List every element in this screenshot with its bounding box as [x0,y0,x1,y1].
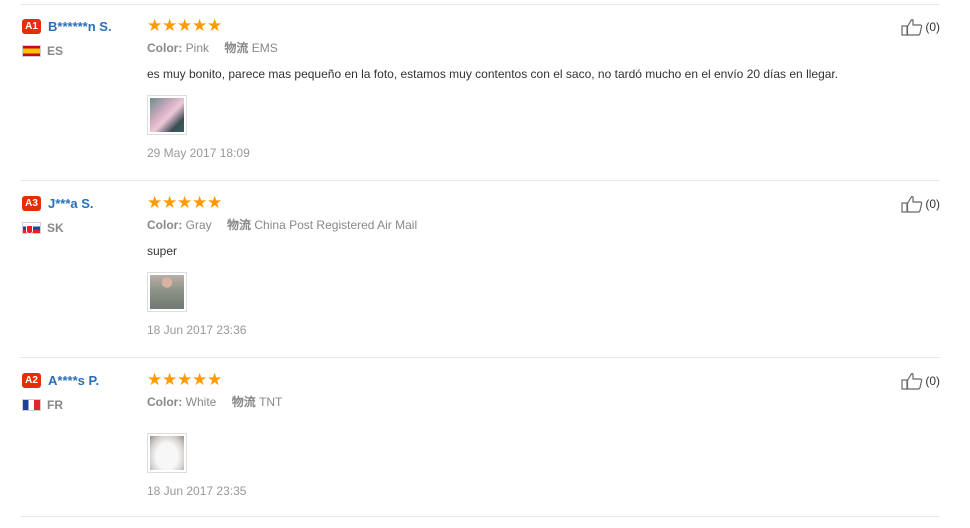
star-icon: ★ [207,370,223,390]
star-icon: ★ [192,16,208,36]
order-info: Color: Gray 物流 China Post Registered Air… [147,217,937,233]
shipping-label: 物流 [224,41,249,55]
review-photo [150,436,184,470]
color-value: White [185,395,217,409]
star-rating: ★ ★ ★ ★ ★ [147,370,937,390]
review-text: es muy bonito, parece mas pequeño en la … [147,67,839,81]
star-icon: ★ [147,370,163,390]
thumbs-up-icon [901,373,923,390]
slovakia-flag-icon [22,222,41,234]
star-icon: ★ [192,193,208,213]
order-info: Color: Pink 物流 EMS [147,40,937,56]
star-icon: ★ [207,193,223,213]
color-label: Color: [147,218,183,232]
buyer-info: A1 B******n S. ES [22,18,142,58]
star-icon: ★ [162,193,178,213]
feedback-list: A1 B******n S. ES ★ ★ ★ ★ ★ Color: Pink … [0,0,970,528]
review-photo-thumbnail[interactable] [147,95,187,135]
helpful-button[interactable]: (0) [901,195,940,213]
thumbs-up-icon [901,196,923,213]
spain-flag-icon [22,45,41,57]
country-code: FR [47,398,63,412]
buyer-level-badge: A1 [22,18,41,34]
star-icon: ★ [147,16,163,36]
color-label: Color: [147,41,183,55]
country-code: ES [47,44,64,58]
star-rating: ★ ★ ★ ★ ★ [147,193,937,213]
shipping-label: 物流 [227,218,252,232]
color-value: Pink [185,41,210,55]
review-date: 29 May 2017 18:09 [147,146,250,160]
shipping-value: EMS [251,41,278,55]
review-photo [150,275,184,309]
france-flag-icon [22,399,41,411]
shipping-label: 物流 [231,395,256,409]
shipping-value: TNT [259,395,283,409]
star-icon: ★ [177,193,193,213]
review-divider [20,516,940,517]
country-code: SK [47,221,64,235]
helpful-button[interactable]: (0) [901,372,940,390]
review-date: 18 Jun 2017 23:36 [147,323,247,337]
order-info: Color: White 物流 TNT [147,394,937,410]
review-content: ★ ★ ★ ★ ★ Color: Gray 物流 China Post Regi… [147,195,937,338]
top-divider [20,4,940,5]
star-icon: ★ [162,16,178,36]
review-photo-thumbnail[interactable] [147,433,187,473]
star-icon: ★ [207,16,223,36]
shipping-value: China Post Registered Air Mail [254,218,418,232]
helpful-count: (0) [925,374,940,388]
review-divider [20,180,940,181]
color-value: Gray [185,218,212,232]
review-date: 18 Jun 2017 23:35 [147,484,247,498]
helpful-count: (0) [925,197,940,211]
review-content: ★ ★ ★ ★ ★ Color: White 物流 TNT 18 Jun 201… [147,372,937,499]
buyer-info: A3 J***a S. SK [22,195,142,235]
thumbs-up-icon [901,19,923,36]
buyer-name[interactable]: B******n S. [48,19,112,34]
buyer-name[interactable]: J***a S. [48,196,94,211]
buyer-level-badge: A3 [22,195,41,211]
star-icon: ★ [162,370,178,390]
review-text: super [147,244,178,258]
review-divider [20,357,940,358]
buyer-name[interactable]: A****s P. [48,373,99,388]
review-content: ★ ★ ★ ★ ★ Color: Pink 物流 EMS es muy boni… [147,18,937,161]
star-icon: ★ [147,193,163,213]
color-label: Color: [147,395,183,409]
star-icon: ★ [192,370,208,390]
star-rating: ★ ★ ★ ★ ★ [147,16,937,36]
star-icon: ★ [177,16,193,36]
helpful-button[interactable]: (0) [901,18,940,36]
helpful-count: (0) [925,20,940,34]
review-photo [150,98,184,132]
star-icon: ★ [177,370,193,390]
review-photo-thumbnail[interactable] [147,272,187,312]
buyer-level-badge: A2 [22,372,41,388]
buyer-info: A2 A****s P. FR [22,372,142,412]
